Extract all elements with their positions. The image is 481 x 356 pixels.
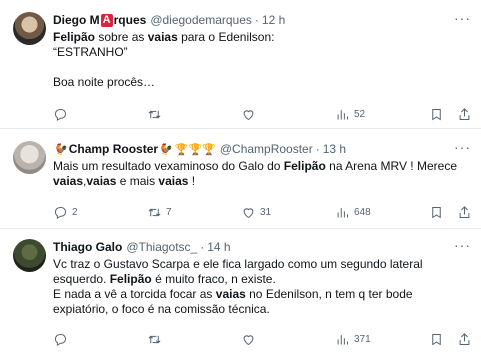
views-icon [337, 207, 348, 217]
highlighted-term: vaias [53, 174, 84, 188]
trophy-emoji: 🏆🏆🏆 [174, 143, 216, 156]
timestamp[interactable]: 12 h [262, 13, 285, 27]
user-handle[interactable]: @Thiagotsc_ [126, 240, 197, 254]
tweet-header: 🐓 Champ Rooster 🐓 🏆🏆🏆 @ChampRooster · 13 h [53, 140, 471, 158]
user-handle[interactable]: @diegodemarques [150, 13, 252, 27]
retweet-button[interactable]: 7 [147, 205, 172, 220]
tweet-text-segment: e mais [116, 174, 159, 188]
tweet-3[interactable]: Thiago Galo @Thiagotsc_ · 14 h ··· Vc tr… [0, 229, 481, 356]
tweet-1[interactable]: Diego M Arques @diegodemarques · 12 h ···… [0, 0, 481, 129]
retweet-icon [148, 110, 161, 118]
tweet-actions: 52 [53, 106, 473, 122]
highlighted-term: vaias [147, 30, 178, 44]
like-button[interactable]: 31 [241, 205, 271, 220]
highlighted-term: Felipão [53, 30, 96, 44]
tweet-text-segment: sobre as [95, 30, 148, 44]
share-icon [459, 205, 470, 218]
like-icon [243, 207, 254, 218]
tweet-content: 🐓 Champ Rooster 🐓 🏆🏆🏆 @ChampRooster · 13 h … [53, 140, 471, 189]
reply-button[interactable] [53, 107, 72, 122]
reply-icon [54, 333, 67, 346]
reply-icon [54, 206, 67, 219]
display-name[interactable]: Diego M Arques [53, 13, 146, 27]
retweet-count: 7 [166, 206, 172, 218]
tweet-2[interactable]: 🐓 Champ Rooster 🐓 🏆🏆🏆 @ChampRooster · 13 h … [0, 129, 481, 229]
logo-letter: A [100, 13, 113, 27]
tweet-text: Mais um resultado vexaminoso do Galo do … [53, 159, 471, 189]
timestamp[interactable]: 14 h [207, 240, 230, 254]
tweet-header: Diego M Arques @diegodemarques · 12 h [53, 11, 471, 29]
like-button[interactable] [241, 107, 260, 122]
views-icon [337, 334, 348, 344]
views-count: 648 [354, 206, 371, 218]
bookmark-button[interactable] [429, 107, 444, 122]
more-icon[interactable]: ··· [454, 140, 471, 154]
views-icon [337, 109, 348, 119]
tweet-text: Vc traz o Gustavo Scarpa e ele fica larg… [53, 257, 471, 317]
highlighted-term: vaias [86, 174, 117, 188]
views-button[interactable]: 371 [335, 332, 371, 347]
tweet-header: Thiago Galo @Thiagotsc_ · 14 h [53, 238, 471, 256]
share-button[interactable] [457, 205, 472, 220]
highlighted-term: Felipão [109, 272, 152, 286]
views-button[interactable]: 648 [335, 205, 371, 220]
like-button[interactable] [241, 332, 260, 347]
highlighted-term: vaias [215, 287, 246, 301]
bookmark-icon [432, 333, 441, 345]
reply-button[interactable]: 2 [53, 205, 78, 220]
chicken-emoji: 🐓 [159, 143, 173, 156]
user-handle[interactable]: @ChampRooster [220, 142, 313, 156]
like-icon [243, 334, 254, 345]
like-icon [243, 109, 254, 120]
display-name[interactable]: 🐓 Champ Rooster 🐓 🏆🏆🏆 [53, 142, 216, 156]
share-icon [459, 107, 470, 120]
display-name[interactable]: Thiago Galo [53, 240, 122, 254]
display-name-part: Champ Rooster [68, 142, 159, 156]
bookmark-button[interactable] [429, 332, 444, 347]
tweet-actions: 371 [53, 331, 473, 347]
highlighted-term: Felipão [283, 159, 326, 173]
retweet-icon [148, 335, 161, 343]
tweet-content: Diego M Arques @diegodemarques · 12 h ···… [53, 11, 471, 90]
display-name-part: rques [113, 13, 147, 27]
like-count: 31 [260, 206, 272, 218]
separator-dot: · [315, 142, 320, 156]
avatar[interactable] [13, 239, 46, 272]
more-icon[interactable]: ··· [454, 11, 471, 25]
avatar[interactable] [13, 141, 46, 174]
chicken-emoji: 🐓 [54, 143, 68, 156]
bookmark-button[interactable] [429, 205, 444, 220]
tweet-content: Thiago Galo @Thiagotsc_ · 14 h ··· Vc tr… [53, 238, 471, 317]
tweet-text-segment: Mais um resultado vexaminoso do Galo do [53, 159, 284, 173]
reply-count: 2 [72, 206, 78, 218]
tweet-text: Felipão sobre as vaias para o Edenilson:… [53, 30, 471, 90]
timestamp[interactable]: 13 h [323, 142, 346, 156]
retweet-button[interactable] [147, 107, 166, 122]
retweet-button[interactable] [147, 332, 166, 347]
share-icon [459, 332, 470, 345]
views-count: 371 [354, 333, 371, 345]
more-icon[interactable]: ··· [454, 238, 471, 252]
bookmark-icon [432, 108, 441, 120]
tweet-text-segment: na Arena MRV ! Merece [329, 159, 457, 173]
retweet-icon [148, 208, 161, 216]
share-button[interactable] [457, 107, 472, 122]
timeline: Diego M Arques @diegodemarques · 12 h ···… [0, 0, 481, 356]
views-count: 52 [354, 108, 366, 120]
bookmark-icon [432, 206, 441, 218]
separator-dot: · [200, 240, 205, 254]
highlighted-term: vaias [158, 174, 189, 188]
share-button[interactable] [457, 332, 472, 347]
views-button[interactable]: 52 [335, 107, 365, 122]
tweet-actions: 2 7 31 648 [53, 204, 473, 220]
reply-icon [54, 108, 67, 121]
display-name-part: Diego M [53, 13, 100, 27]
tweet-text-segment: ! [188, 174, 196, 188]
reply-button[interactable] [53, 332, 72, 347]
avatar[interactable] [13, 12, 46, 45]
separator-dot: · [254, 13, 259, 27]
